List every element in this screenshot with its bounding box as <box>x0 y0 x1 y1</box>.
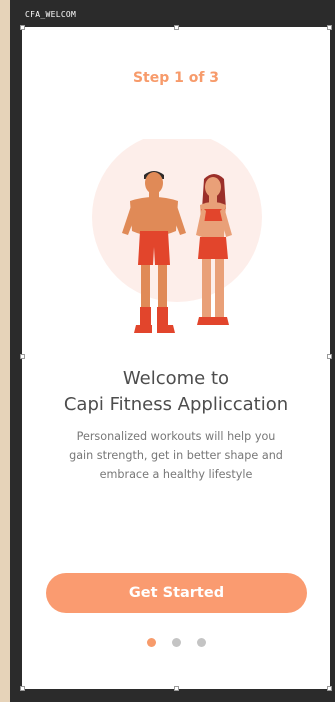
description-line: embrace a healthy lifestyle <box>99 468 253 481</box>
selection-handle[interactable] <box>327 686 332 691</box>
pagination-dot-1[interactable] <box>146 638 156 647</box>
pagination-dots <box>22 638 330 647</box>
pagination-dot-2[interactable] <box>171 638 181 647</box>
selection-handle[interactable] <box>327 354 332 359</box>
pagination-dot-3[interactable] <box>196 638 206 647</box>
welcome-title: Welcome to Capi Fitness Appliccation <box>22 366 330 418</box>
welcome-title-line: Welcome to <box>122 368 230 389</box>
selection-handle[interactable] <box>20 354 25 359</box>
description-line: gain strength, get in better shape and <box>69 449 283 462</box>
onboarding-screen: Step 1 of 3 Welcome to Capi Fitness Appl… <box>22 27 330 689</box>
fitness-couple-illustration <box>92 139 262 333</box>
step-indicator: Step 1 of 3 <box>132 70 220 86</box>
selection-handle[interactable] <box>174 25 179 30</box>
selection-handle[interactable] <box>327 25 332 30</box>
selection-handle[interactable] <box>20 25 25 30</box>
artboard-label: CFA_WELCOM <box>25 10 77 19</box>
selection-handle[interactable] <box>174 686 179 691</box>
get-started-button[interactable]: Get Started <box>46 573 307 613</box>
description-line: Personalized workouts will help you <box>76 430 276 443</box>
selection-handle[interactable] <box>20 686 25 691</box>
welcome-description: Personalized workouts will help you gain… <box>52 427 300 484</box>
welcome-title-line: Capi Fitness Appliccation <box>63 394 289 415</box>
